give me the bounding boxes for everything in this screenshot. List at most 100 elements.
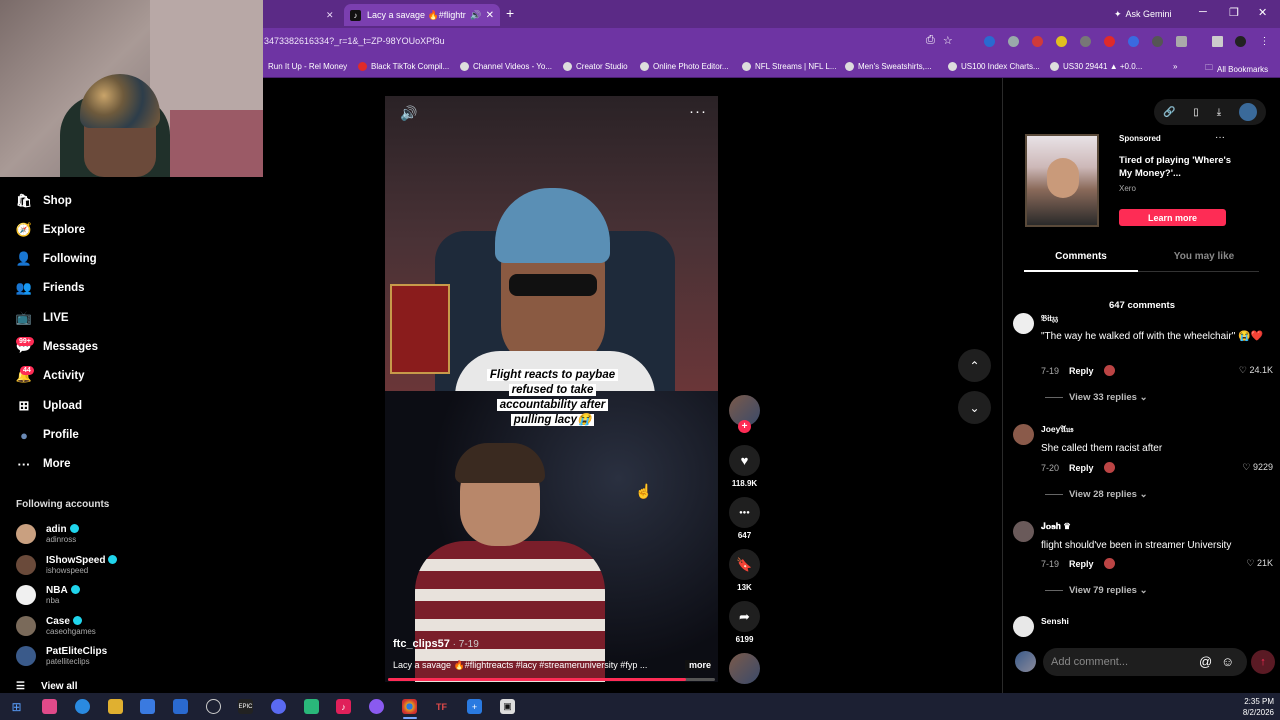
browser-menu-icon[interactable]: ⋮ [1259,36,1270,47]
sidebar-item-more[interactable]: ··· More [16,453,71,475]
view-replies-button[interactable]: View 33 replies ⌄ [1045,392,1148,403]
comment-user[interactable]: 𝔅𝔦𝔱𝔷𝔷 [1041,313,1058,324]
file-explorer-icon[interactable] [108,699,123,714]
close-icon[interactable]: ✕ [486,10,494,21]
sidebar-item-following[interactable]: 👤 Following [16,248,97,270]
more-options-icon[interactable]: ··· [689,103,707,120]
share-button[interactable]: ➦ 6199 [729,601,760,644]
extension-icon[interactable] [1104,36,1115,47]
tiktok-icon[interactable]: ♪ [336,699,351,714]
star-icon[interactable]: ☆ [943,34,953,47]
comment-user[interactable]: Senshi [1041,616,1069,626]
comment-user[interactable]: Joey𝔄𝔲𝔰 [1041,424,1073,435]
bookmarks-overflow[interactable]: » [1173,62,1177,71]
account-item[interactable]: adin adinross [16,521,79,547]
close-icon[interactable]: ✕ [326,10,334,21]
comment-likes[interactable]: ♡ 9229 [1242,462,1273,473]
video-progress-bar[interactable] [388,678,715,681]
bookmark-item[interactable]: Channel Videos - Yo... [460,62,552,71]
app-icon[interactable] [369,699,384,714]
all-bookmarks[interactable]: 🗀 All Bookmarks [1205,62,1268,76]
comment-button[interactable]: ●●● 647 [729,497,760,540]
system-clock[interactable]: 2:35 PM 8/2/2026 [1228,696,1274,718]
avatar[interactable] [1013,521,1034,542]
app-icon[interactable] [304,699,319,714]
extension-icon[interactable] [1032,36,1043,47]
volume-icon[interactable]: 🔊 [400,105,417,122]
epic-games-icon[interactable]: EPIC [238,699,253,714]
more-link[interactable]: more [684,660,711,670]
next-video-button[interactable]: ⌄ [958,391,991,424]
view-replies-button[interactable]: View 79 replies ⌄ [1045,585,1148,596]
video-author[interactable]: ftc_clips57 · 7-19 [393,638,479,650]
save-button[interactable]: 🔖 13K [729,549,760,592]
comment-likes[interactable]: ♡ 21K [1246,558,1273,569]
mention-icon[interactable]: @ [1199,654,1212,669]
extension-icon[interactable] [1056,36,1067,47]
sidebar-item-upload[interactable]: ⊞ Upload [16,395,82,417]
avatar[interactable] [1013,424,1034,445]
reply-button[interactable]: Reply [1069,463,1094,473]
bookmark-item[interactable]: Online Photo Editor... [640,62,729,71]
download-icon[interactable]: ⤓ [1217,107,1221,118]
phone-icon[interactable]: ▯ [1193,107,1199,118]
view-all-link[interactable]: ☰ View all [16,681,77,692]
bookmark-item[interactable]: Creator Studio [563,62,628,71]
account-item[interactable]: IShowSpeed ishowspeed [16,552,118,578]
add-comment-input[interactable]: Add comment... [1043,648,1247,676]
minimize-icon[interactable]: ─ [1199,6,1207,18]
follow-plus-button[interactable]: + [738,420,751,433]
ad-thumbnail[interactable] [1025,134,1099,227]
comment-likes[interactable]: ♡ 24.1K [1239,365,1273,376]
extension-icon[interactable] [1008,36,1019,47]
account-item[interactable]: Case caseohgames [16,613,96,639]
bookmark-item[interactable]: Black TikTok Compil... [358,62,449,71]
sidebar-item-live[interactable]: 📺 LIVE [16,307,69,329]
speaker-icon[interactable]: 🔊 [470,10,481,21]
avatar[interactable] [1013,313,1034,334]
extension-icon[interactable] [1152,36,1163,47]
previous-video-button[interactable]: ⌃ [958,349,991,382]
account-item[interactable]: NBA nba [16,582,80,608]
extension-icon[interactable] [984,36,995,47]
link-icon[interactable]: 🔗 [1163,107,1175,118]
discord-icon[interactable] [271,699,286,714]
edge-icon[interactable] [75,699,90,714]
ask-gemini-button[interactable]: ✦ Ask Gemini [1106,5,1180,23]
app-icon[interactable]: + [467,699,482,714]
reply-button[interactable]: Reply [1069,366,1094,376]
bookmark-item[interactable]: US30 29441 ▲ +0.0... [1050,62,1142,71]
close-icon[interactable]: ✕ [1258,6,1267,19]
extension-icon[interactable] [1080,36,1091,47]
extension-icon[interactable] [1128,36,1139,47]
extensions-puzzle-icon[interactable] [1176,36,1187,47]
restore-icon[interactable]: ❐ [1229,6,1239,19]
install-icon[interactable]: ⎙ [926,34,935,47]
sidebar-item-friends[interactable]: 👥 Friends [16,277,85,299]
like-button[interactable]: ♥ 118.9K [729,445,760,488]
chrome-icon[interactable] [402,699,417,714]
tab-comments[interactable]: Comments [1024,251,1138,262]
comment-user[interactable]: 𝐉𝐨𝐬𝐡 ♛ [1041,521,1071,532]
sidebar-item-profile[interactable]: ● Profile [16,424,79,446]
reply-button[interactable]: Reply [1069,559,1094,569]
tab-previous[interactable]: ✕ [264,4,342,26]
bookmark-item[interactable]: US100 Index Charts... [948,62,1040,71]
tab-search-icon[interactable] [1212,36,1223,47]
bookmark-item[interactable]: Men's Sweatshirts,... [845,62,932,71]
copilot-icon[interactable] [42,699,57,714]
tab-you-may-like[interactable]: You may like [1147,251,1261,262]
bookmark-item[interactable]: NFL Streams | NFL L... [742,62,837,71]
account-item[interactable]: PatEliteClips patelliteclips [16,643,107,669]
app-icon[interactable]: ▣ [500,699,515,714]
url-field[interactable]: 3473382616334?_r=1&_t=ZP-98YOUoXPf3u [264,36,445,46]
bookmark-item[interactable]: Run It Up - Rel Money [268,62,347,71]
sidebar-item-explore[interactable]: 🧭 Explore [16,219,85,241]
video-player[interactable]: Flight reacts to paybae refused to take … [385,96,718,682]
tab-active[interactable]: ♪ Lacy a savage 🔥#flightreacts 🔊 ✕ [344,4,500,26]
learn-more-button[interactable]: Learn more [1119,209,1226,226]
ad-more-icon[interactable]: ··· [1215,132,1225,143]
start-icon[interactable]: ⊞ [9,699,24,714]
profile-avatar[interactable] [1235,36,1246,47]
app-icon[interactable]: TF [434,699,449,714]
